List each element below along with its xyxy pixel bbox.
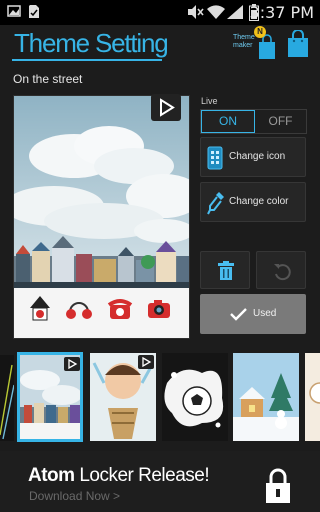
play-icon	[68, 358, 78, 370]
used-label: Used	[253, 308, 277, 319]
change-color-label: Change color	[229, 196, 289, 207]
thumbnail-image	[233, 353, 299, 441]
thumbnail-soccer-ball[interactable]	[162, 353, 228, 441]
ad-download-link[interactable]: Download Now >	[29, 489, 120, 503]
eyedropper-icon	[207, 192, 224, 215]
play-live-button[interactable]	[151, 94, 181, 121]
play-icon	[160, 98, 175, 117]
partial-thumbnail	[0, 355, 14, 441]
ad-title: Atom Locker Release!	[28, 465, 210, 487]
play-icon	[142, 356, 152, 368]
page-title: Theme Setting	[14, 28, 169, 58]
gallery-icon	[7, 5, 21, 17]
sd-card-icon	[29, 5, 39, 18]
theme-preview[interactable]	[13, 95, 190, 339]
restore-button[interactable]	[256, 251, 306, 289]
cell-signal-icon	[227, 5, 243, 19]
change-icon-label: Change icon	[229, 151, 286, 162]
camera-icon	[148, 300, 170, 318]
thumbnail-cartoon-partial[interactable]	[305, 353, 320, 441]
wifi-icon	[207, 5, 225, 19]
trash-icon	[218, 261, 234, 280]
telephone-icon	[107, 299, 133, 319]
title-underline	[12, 59, 162, 61]
live-toggle: ON OFF	[200, 109, 307, 134]
thumbnail-live-badge	[64, 357, 80, 371]
theme-thumbnail-strip[interactable]	[0, 350, 320, 444]
undo-icon	[274, 264, 291, 281]
ad-title-rest: Locker Release!	[74, 465, 210, 486]
thumbnail-image	[305, 353, 320, 441]
headphones-icon	[66, 302, 92, 319]
change-icon-button[interactable]: Change icon	[200, 137, 306, 177]
thumbnail-image	[162, 353, 228, 441]
change-color-button[interactable]: Change color	[200, 182, 306, 222]
thumbnail-on-the-street[interactable]	[17, 352, 83, 442]
lock-icon	[266, 468, 290, 503]
delete-button[interactable]	[200, 251, 250, 289]
check-icon	[230, 308, 247, 321]
used-button[interactable]: Used	[200, 294, 306, 334]
thumbnail-winter-village[interactable]	[233, 353, 299, 441]
status-clock: 3:37 PM	[249, 3, 314, 22]
theme-name: On the street	[13, 72, 83, 86]
status-bar: 3:37 PM	[0, 0, 320, 25]
live-label: Live	[201, 96, 218, 106]
theme-maker-button[interactable]: Theme maker N	[230, 26, 278, 62]
phone-grid-icon	[207, 146, 223, 170]
shop-bag-icon[interactable]	[287, 30, 309, 58]
new-badge: N	[254, 26, 266, 38]
thumbnail-live-badge	[138, 355, 154, 369]
ad-title-bold: Atom	[28, 465, 75, 486]
live-off-button[interactable]: OFF	[255, 110, 306, 133]
mute-icon	[188, 5, 204, 19]
home-house-icon	[30, 296, 50, 321]
live-on-button[interactable]: ON	[201, 110, 255, 133]
thumbnail-balloon-boy[interactable]	[90, 353, 156, 441]
